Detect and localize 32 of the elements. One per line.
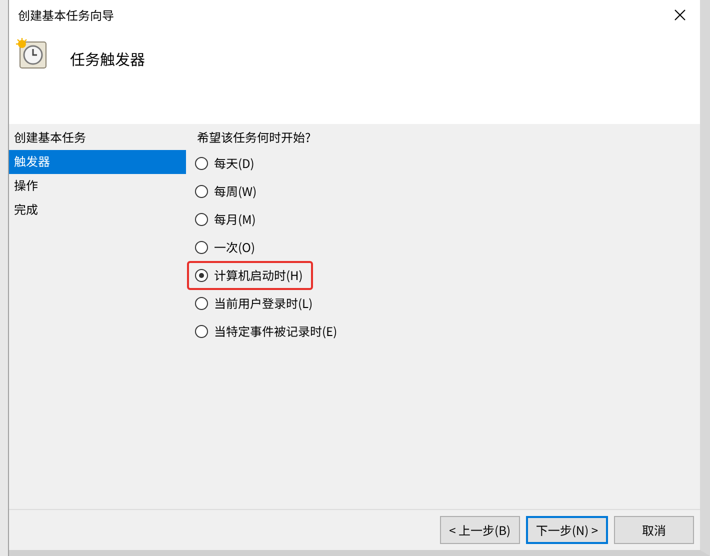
wizard-step[interactable]: 创建基本任务 [9, 126, 186, 150]
radio-button[interactable] [195, 268, 208, 282]
question-text: 希望该任务何时开始? [197, 128, 312, 148]
task-clock-icon [16, 38, 48, 70]
radio-button[interactable] [195, 324, 208, 338]
option-label: 每周(W) [214, 182, 257, 200]
radio-option[interactable]: 当特定事件被记录时(E) [187, 316, 348, 346]
option-label: 当特定事件被记录时(E) [214, 322, 338, 340]
radio-button[interactable] [195, 184, 208, 198]
radio-option[interactable]: 每月(M) [187, 204, 266, 234]
close-icon [674, 9, 686, 21]
wizard-step[interactable]: 完成 [9, 198, 186, 222]
wizard-step[interactable]: 操作 [9, 174, 186, 198]
radio-button[interactable] [195, 156, 208, 170]
cancel-button[interactable]: 取消 [614, 516, 694, 544]
radio-option[interactable]: 一次(O) [187, 232, 266, 262]
option-label: 计算机启动时(H) [214, 266, 303, 284]
radio-option[interactable]: 当前用户登录时(L) [187, 288, 323, 318]
wizard-step[interactable]: 触发器 [9, 150, 186, 174]
radio-button[interactable] [195, 296, 208, 310]
option-label: 当前用户登录时(L) [214, 294, 313, 312]
next-button[interactable]: 下一步(N) > [526, 516, 608, 544]
option-label: 每月(M) [214, 210, 256, 228]
radio-option[interactable]: 每周(W) [187, 176, 267, 206]
back-button[interactable]: < 上一步(B) [440, 516, 520, 544]
page-heading: 任务触发器 [70, 49, 146, 70]
radio-option[interactable]: 每天(D) [187, 148, 264, 178]
window-title: 创建基本任务向导 [18, 6, 114, 24]
radio-button[interactable] [195, 240, 208, 254]
option-label: 每天(D) [214, 154, 254, 172]
radio-button[interactable] [195, 212, 208, 226]
option-label: 一次(O) [214, 238, 256, 256]
